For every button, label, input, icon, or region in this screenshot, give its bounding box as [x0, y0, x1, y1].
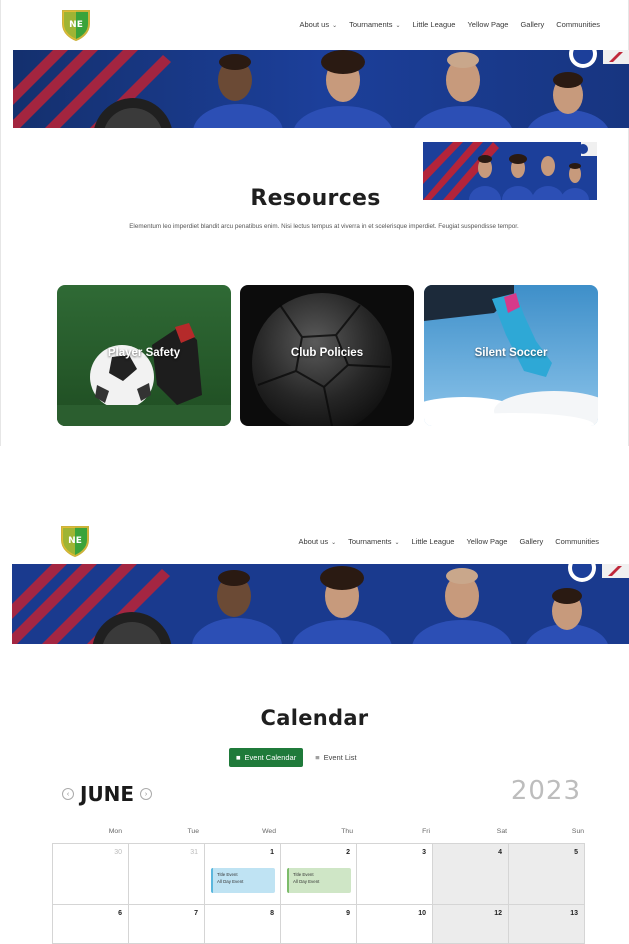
weekday-label: Thu: [341, 827, 353, 835]
resources-title: Resources: [250, 186, 381, 211]
logo-text: NE: [68, 536, 82, 546]
weekday-label: Mon: [108, 827, 122, 835]
calendar-event[interactable]: Title Event All Day Event: [211, 868, 275, 893]
nav-about-us[interactable]: About us ⌄: [299, 20, 337, 29]
calendar-day[interactable]: 13: [508, 904, 585, 944]
hero-banner-image: [13, 50, 629, 128]
club-logo[interactable]: NE: [58, 524, 92, 558]
calendar-icon: ■: [236, 753, 241, 762]
card-label: Silent Soccer: [474, 347, 548, 359]
chevron-down-icon: ⌄: [394, 540, 400, 546]
weekday-label: Tue: [187, 827, 199, 835]
event-list-button[interactable]: ≡ Event List: [315, 753, 356, 762]
site-header: NE About us ⌄ Tournaments ⌄ Little League …: [0, 512, 629, 564]
chevron-right-icon: ›: [144, 790, 148, 798]
site-header: NE About us ⌄ Tournaments ⌄ Little League …: [1, 0, 629, 52]
card-label: Player Safety: [107, 347, 181, 359]
calendar-screenshot: NE About us ⌄ Tournaments ⌄ Little League …: [0, 512, 629, 944]
prev-month-button[interactable]: ‹: [62, 788, 74, 800]
calendar-day[interactable]: 3: [356, 843, 433, 905]
main-nav: About us ⌄ Tournaments ⌄ Little League Yel…: [298, 537, 599, 546]
event-time: All Day Event: [217, 879, 244, 884]
nav-yellow-page[interactable]: Yellow Page: [466, 537, 507, 546]
chevron-left-icon: ‹: [66, 790, 70, 798]
event-calendar-button[interactable]: ■ Event Calendar: [229, 748, 304, 767]
weekday-label: Sat: [496, 827, 507, 835]
day-number: 10: [418, 910, 426, 917]
card-club-policies[interactable]: Club Policies: [240, 285, 414, 426]
day-number: 1: [270, 849, 274, 856]
day-number: 13: [570, 910, 578, 917]
nav-yellow-page[interactable]: Yellow Page: [467, 20, 508, 29]
calendar-day[interactable]: 4: [432, 843, 509, 905]
day-number: 5: [574, 849, 578, 856]
resources-screenshot: NE About us ⌄ Tournaments ⌄ Little League …: [0, 0, 629, 446]
main-nav: About us ⌄ Tournaments ⌄ Little League Yel…: [299, 20, 600, 29]
day-number: 4: [498, 849, 502, 856]
nav-little-league[interactable]: Little League: [412, 537, 455, 546]
calendar-day[interactable]: 6: [52, 904, 129, 944]
chevron-down-icon: ⌄: [395, 23, 401, 29]
calendar-day[interactable]: 31: [128, 843, 205, 905]
calendar-day[interactable]: 7: [128, 904, 205, 944]
calendar-day[interactable]: 1 Title Event All Day Event: [204, 843, 281, 905]
weekday-header: Mon Tue Wed Thu Fri Sat Sun: [53, 818, 592, 844]
calendar-grid: Mon Tue Wed Thu Fri Sat Sun 30 31 1 Title E…: [52, 818, 592, 944]
nav-tournaments[interactable]: Tournaments ⌄: [348, 537, 399, 546]
day-number: 7: [194, 910, 198, 917]
list-icon: ≡: [315, 753, 320, 762]
nav-little-league[interactable]: Little League: [413, 20, 456, 29]
weekday-label: Sun: [571, 827, 584, 835]
chevron-down-icon: ⌄: [332, 23, 338, 29]
card-silent-soccer[interactable]: Silent Soccer: [424, 285, 598, 426]
day-number: 6: [118, 910, 122, 917]
weekday-label: Fri: [422, 827, 430, 835]
nav-tournaments[interactable]: Tournaments ⌄: [349, 20, 400, 29]
day-number: 30: [114, 849, 122, 856]
view-toggle: ■ Event Calendar ≡ Event List: [229, 748, 357, 767]
calendar-day[interactable]: 10: [356, 904, 433, 944]
calendar-day[interactable]: 5: [508, 843, 585, 905]
calendar-day[interactable]: 30: [52, 843, 129, 905]
hero-banner-image: [12, 564, 629, 644]
day-number: 3: [422, 849, 426, 856]
calendar-day[interactable]: 9: [280, 904, 357, 944]
resources-description: Elementum leo imperdiet blandit arcu pen…: [129, 223, 519, 230]
calendar-week: 30 31 1 Title Event All Day Event 2 Title Even…: [52, 843, 592, 905]
month-navigation: ‹ JUNE ›: [62, 782, 153, 806]
event-title: Title Event: [217, 872, 238, 877]
event-time: All Day Event: [293, 879, 320, 884]
day-number: 8: [270, 910, 274, 917]
calendar-event[interactable]: Title Event All Day Event: [287, 868, 351, 893]
nav-gallery[interactable]: Gallery: [519, 537, 543, 546]
month-label: JUNE: [80, 782, 135, 806]
day-number: 31: [190, 849, 198, 856]
nav-gallery[interactable]: Gallery: [520, 20, 544, 29]
weekday-label: Wed: [262, 827, 276, 835]
calendar-day[interactable]: 2 Title Event All Day Event: [280, 843, 357, 905]
logo-text: NE: [69, 20, 83, 30]
event-title: Title Event: [293, 872, 314, 877]
calendar-week: 6 7 8 9 10 12 13: [52, 904, 592, 944]
calendar-day[interactable]: 8: [204, 904, 281, 944]
next-month-button[interactable]: ›: [140, 788, 153, 800]
day-number: 12: [494, 910, 502, 917]
club-logo[interactable]: NE: [59, 8, 93, 42]
calendar-title: Calendar: [260, 706, 369, 730]
day-number: 2: [346, 849, 350, 856]
nav-communities[interactable]: Communities: [555, 537, 599, 546]
day-number: 9: [346, 910, 350, 917]
nav-communities[interactable]: Communities: [556, 20, 600, 29]
card-player-safety[interactable]: Player Safety: [57, 285, 231, 426]
nav-about-us[interactable]: About us ⌄: [298, 537, 336, 546]
year-label: 2023: [510, 776, 581, 806]
card-label: Club Policies: [290, 347, 364, 359]
chevron-down-icon: ⌄: [331, 540, 337, 546]
calendar-day[interactable]: 12: [432, 904, 509, 944]
